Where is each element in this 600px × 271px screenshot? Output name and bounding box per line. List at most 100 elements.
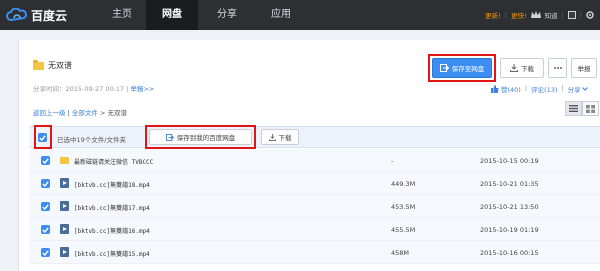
selected-count-text: 已选中19个文件/文件夹 [57, 136, 126, 144]
back-link[interactable]: 返回上一级 [33, 109, 66, 117]
check-icon [39, 134, 46, 141]
row-checkbox[interactable] [41, 202, 50, 211]
divider: | [579, 11, 582, 19]
save-to-my-netdisk-button[interactable]: 保存到我的百度网盘 [149, 129, 252, 145]
file-size: 458M [391, 249, 410, 257]
row-checkbox[interactable] [41, 179, 50, 188]
report-button[interactable]: 举报 [571, 58, 597, 78]
share-page-panel: 无双谱 分享时间：2015-09-27 00:17 | 举报>> 保存至网盘 下… [18, 40, 600, 271]
top-navigation-bar: 百度云 主页 网盘 分享 应用 更新! | 更快! 知道 | | [0, 0, 600, 30]
divider: | [67, 109, 70, 117]
divider: | [504, 11, 507, 19]
list-download-label: 下载 [278, 134, 292, 142]
more-button[interactable] [548, 58, 567, 78]
update-link[interactable]: 更新! [485, 10, 501, 20]
folder-icon [33, 59, 44, 70]
download-label: 下载 [521, 65, 534, 73]
file-list-header: 已选中19个文件/文件夹 保存到我的百度网盘 下载 [29, 125, 600, 149]
grid-view-button[interactable] [582, 101, 599, 116]
download-icon [510, 64, 518, 72]
file-name[interactable]: [bktvb.cc]無雙譜18.mp4 [74, 180, 150, 189]
comments-link[interactable]: 评论(13) [531, 84, 557, 94]
nav-apps[interactable]: 应用 [256, 0, 306, 30]
report-button-label: 举报 [577, 65, 591, 73]
cloud-logo-icon [6, 8, 27, 22]
file-name[interactable]: 最新磁链请关注微信 TVBCCC [74, 157, 153, 166]
breadcrumb: 返回上一级 | 全部文件 > 无双谱 [33, 107, 127, 117]
save-to-netdisk-button[interactable]: 保存至网盘 [432, 58, 492, 78]
row-checkbox[interactable] [41, 225, 50, 234]
save-to-netdisk-label: 保存至网盘 [451, 65, 485, 73]
share-actions: 赞(40) | 评论(13) | 分享 [491, 84, 588, 94]
divider: | [561, 84, 564, 92]
list-view-button[interactable] [565, 101, 582, 116]
video-file-icon [60, 201, 69, 211]
file-date: 2015-10-16 00:15 [480, 249, 539, 257]
video-file-icon [60, 178, 69, 188]
video-file-icon [60, 247, 69, 257]
divider: | [126, 85, 129, 93]
file-date: 2015-10-15 00:19 [480, 157, 539, 165]
file-date: 2015-10-19 01:19 [480, 226, 539, 234]
promo-link[interactable]: 更快! [511, 10, 527, 20]
file-row[interactable]: 最新磁链请关注微信 TVBCCC - 2015-10-15 00:19 [29, 149, 600, 172]
save-arrow-icon [439, 64, 449, 72]
check-icon [42, 249, 49, 256]
file-date: 2015-10-21 13:50 [480, 203, 539, 211]
check-icon [42, 180, 49, 187]
save-to-my-netdisk-label: 保存到我的百度网盘 [176, 134, 236, 142]
topbar-right-tools: 更新! | 更快! 知道 | | [485, 0, 594, 30]
file-size: 453.5M [391, 203, 416, 211]
settings-gear-icon[interactable] [586, 11, 594, 19]
crown-icon [530, 11, 541, 18]
nav-share[interactable]: 分享 [202, 0, 252, 30]
divider: | [561, 11, 564, 19]
save-arrow-icon [165, 133, 174, 141]
more-dots-icon [553, 67, 562, 69]
download-button[interactable]: 下载 [500, 58, 544, 78]
file-row[interactable]: [bktvb.cc]無雙譜18.mp4 449.3M 2015-10-21 01… [29, 172, 600, 195]
row-checkbox[interactable] [41, 248, 50, 257]
likes-count: 赞(40) [501, 86, 521, 94]
nav-netdisk[interactable]: 网盘 [146, 0, 198, 30]
logo-text: 百度云 [31, 8, 68, 23]
row-checkbox[interactable] [41, 156, 50, 165]
breadcrumb-current: 无双谱 [107, 109, 127, 117]
file-name[interactable]: [bktvb.cc]無雙譜15.mp4 [74, 249, 150, 258]
nav-home[interactable]: 主页 [100, 0, 144, 30]
file-row[interactable]: [bktvb.cc]無雙譜17.mp4 453.5M 2015-10-21 13… [29, 195, 600, 218]
file-size: 455.5M [391, 226, 416, 234]
list-download-button[interactable]: 下载 [261, 129, 299, 145]
file-size: 449.3M [391, 180, 416, 188]
folder-name: 无双谱 [48, 61, 72, 70]
share-meta: 分享时间：2015-09-27 00:17 | 举报>> [33, 83, 154, 93]
share-time: 分享时间：2015-09-27 00:17 [33, 85, 125, 93]
thumbs-up-icon [491, 85, 499, 93]
view-toggle [565, 101, 599, 116]
app-grid-icon[interactable] [567, 11, 576, 19]
file-name[interactable]: [bktvb.cc]無雙譜16.mp4 [74, 226, 150, 235]
file-date: 2015-10-21 01:35 [480, 180, 539, 188]
divider: | [524, 84, 528, 92]
file-name[interactable]: [bktvb.cc]無雙譜17.mp4 [74, 203, 150, 212]
check-icon [42, 203, 49, 210]
video-file-icon [60, 224, 69, 234]
zhidao-link[interactable]: 知道 [545, 10, 558, 20]
report-link[interactable]: 举报>> [130, 85, 154, 93]
chevron-down-icon [581, 87, 588, 91]
share-label: 分享 [567, 86, 581, 94]
file-size: - [391, 157, 394, 165]
shared-folder-title: 无双谱 [33, 59, 72, 71]
all-files-link[interactable]: 全部文件 [72, 109, 98, 117]
baidu-cloud-logo[interactable]: 百度云 [6, 5, 67, 25]
folder-icon [60, 157, 69, 164]
download-icon [268, 133, 276, 141]
file-row[interactable]: [bktvb.cc]無雙譜16.mp4 455.5M 2015-10-19 01… [29, 218, 600, 241]
select-all-checkbox[interactable] [38, 133, 47, 142]
like-button[interactable]: 赞(40) [491, 84, 521, 94]
share-dropdown[interactable]: 分享 [568, 84, 588, 94]
grid-view-icon [586, 104, 595, 113]
list-view-icon [569, 105, 578, 112]
file-row[interactable]: [bktvb.cc]無雙譜15.mp4 458M 2015-10-16 00:1… [29, 241, 600, 264]
check-icon [42, 157, 49, 164]
